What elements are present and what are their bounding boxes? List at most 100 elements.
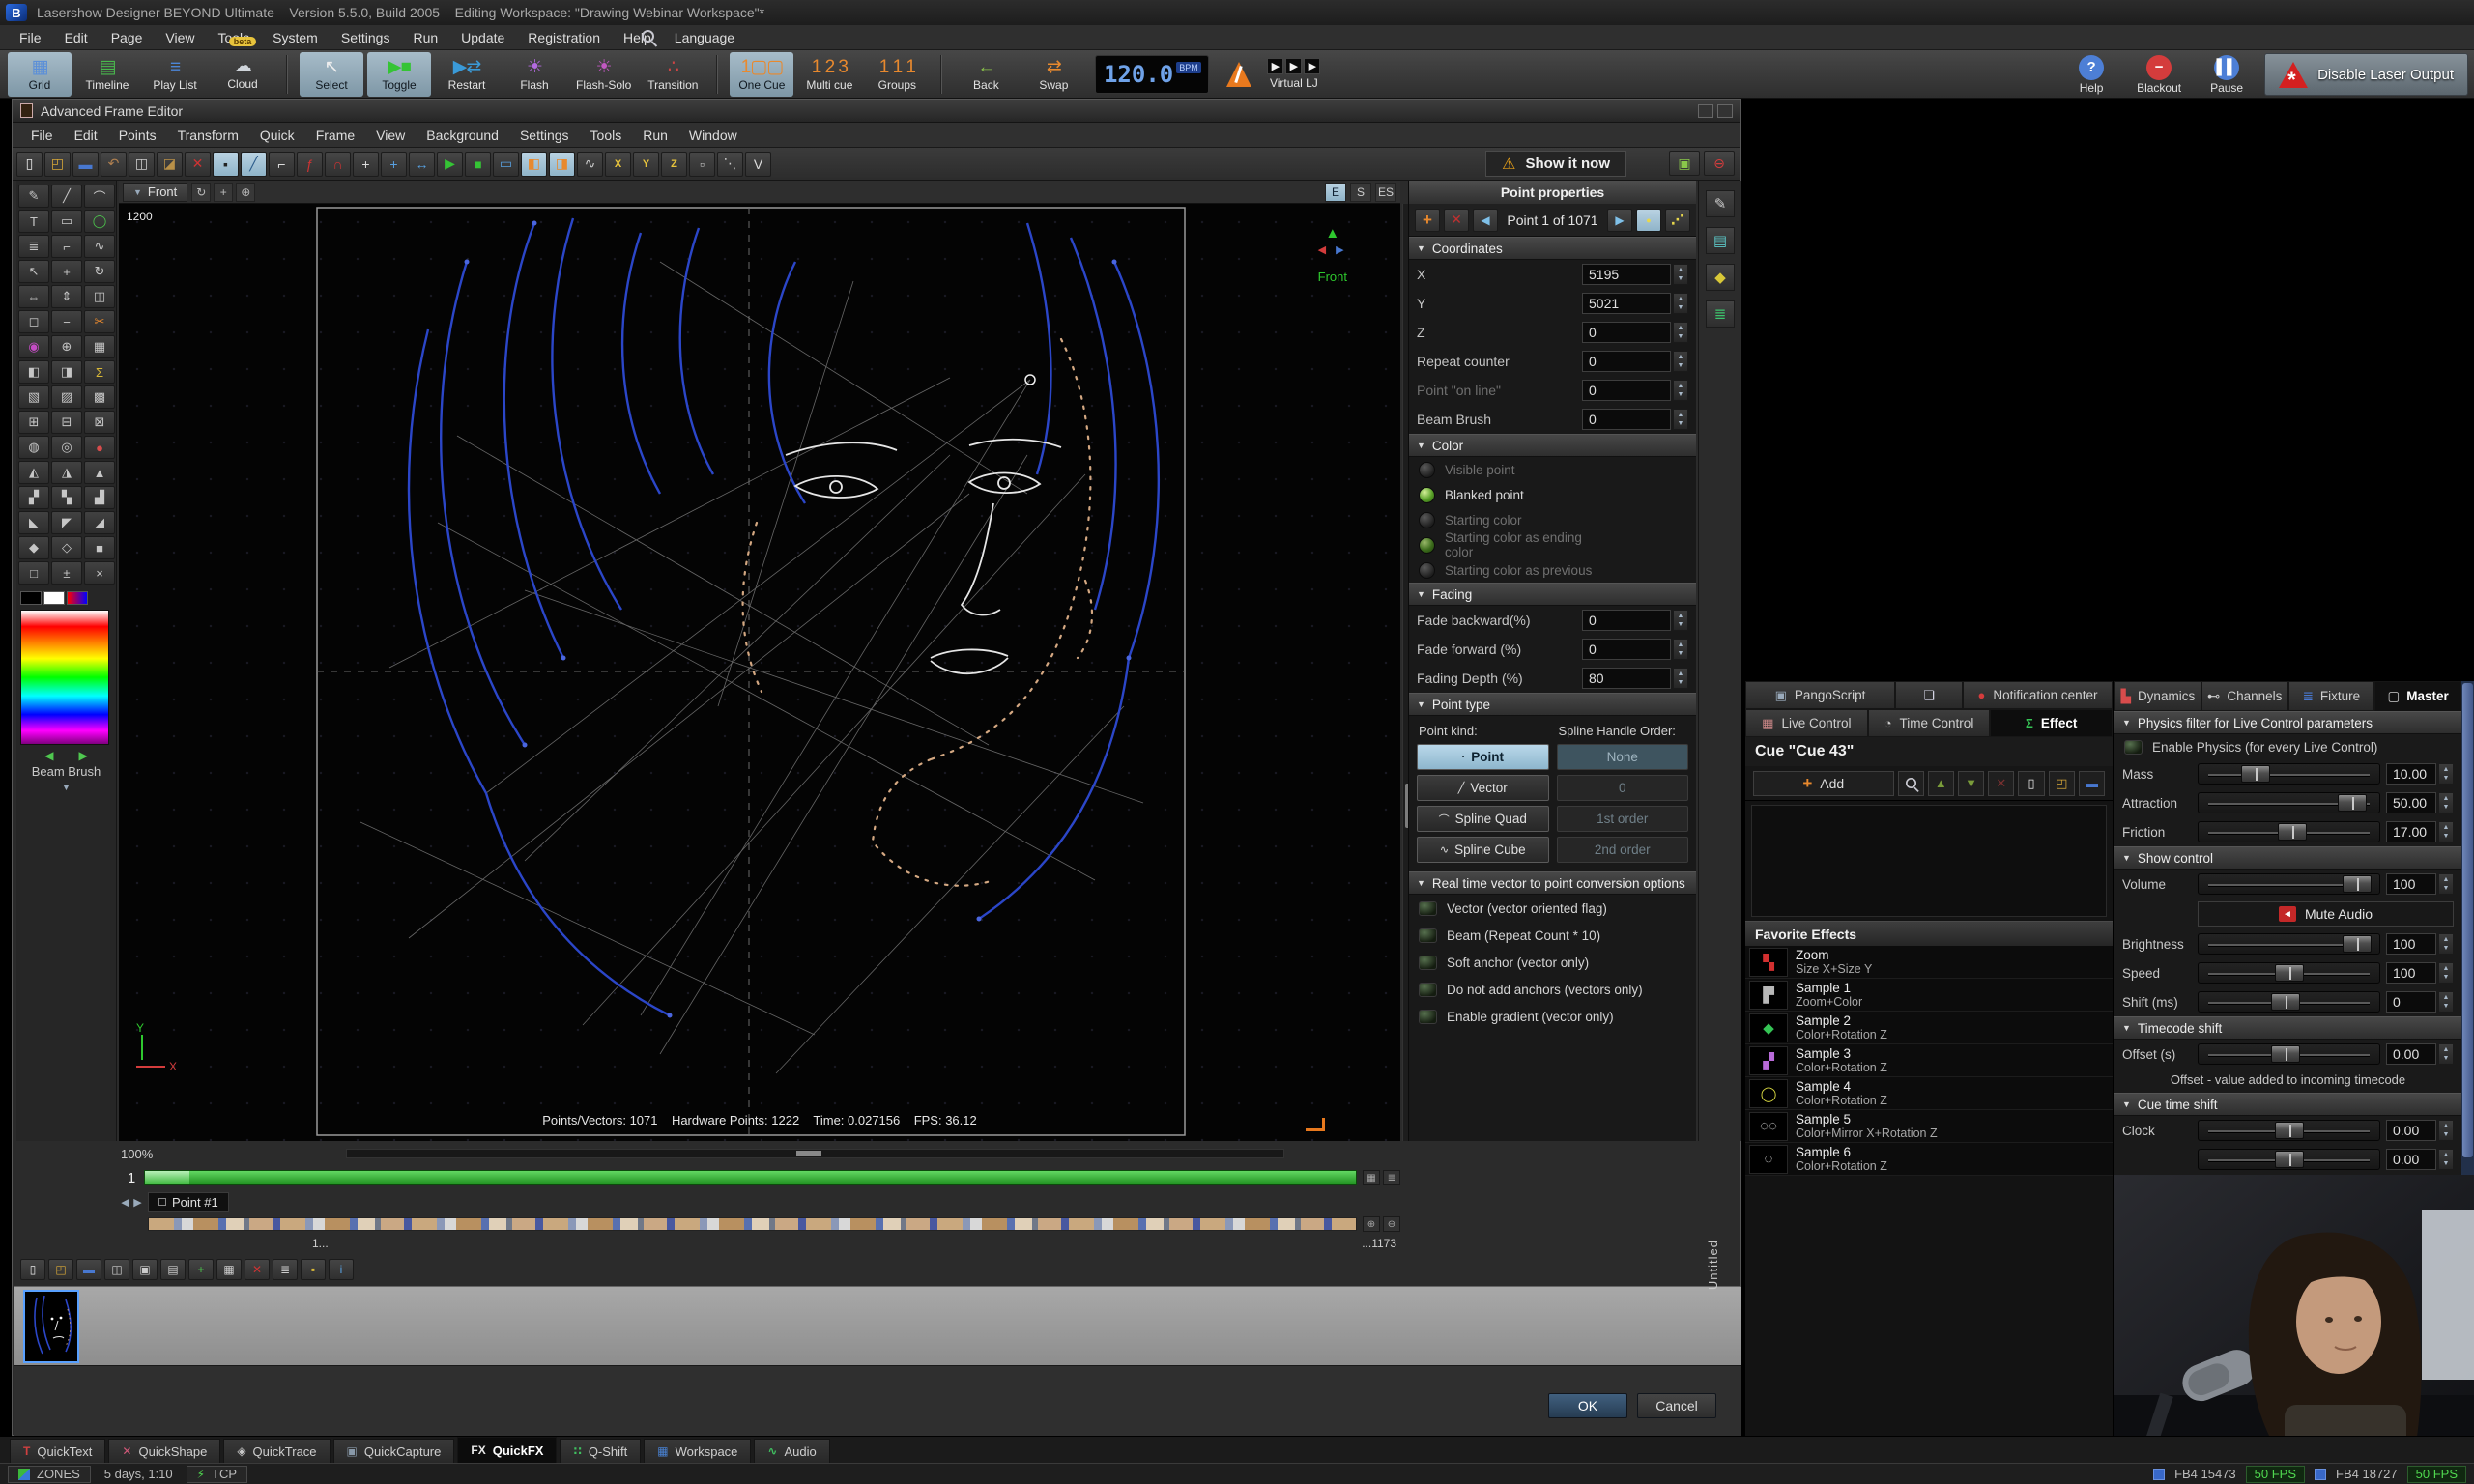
section-physics-filter[interactable]: Physics filter for Live Control paramete… (2114, 711, 2461, 734)
color-palette[interactable] (20, 610, 109, 745)
value-input[interactable]: 0 (1582, 322, 1671, 343)
menu-item[interactable]: Settings (330, 27, 402, 48)
tab-notification-center[interactable]: ● Notification center (1963, 681, 2113, 709)
palette-tool-button[interactable]: ◢ (84, 511, 115, 534)
beam-brush-dropdown[interactable]: ▼ (60, 783, 73, 792)
search-effect-button[interactable] (1898, 771, 1924, 796)
point-selector[interactable]: Point #1 (148, 1192, 229, 1212)
favorite-effect-item[interactable]: ▛ Sample 1 Zoom+Color (1745, 979, 2113, 1012)
slider-value[interactable]: 0.00 (2386, 1120, 2436, 1141)
editor-tool-button[interactable]: ▣ (1669, 151, 1700, 176)
section-point-type[interactable]: Point type (1409, 693, 1696, 716)
palette-tool-button[interactable]: ✎ (18, 185, 49, 208)
spinner-control[interactable] (2438, 991, 2454, 1013)
frame-tool-button[interactable]: ▪ (301, 1259, 326, 1280)
color-option[interactable]: Starting color as ending color (1409, 532, 1696, 557)
search-icon[interactable] (642, 30, 654, 45)
frame-tool-button[interactable]: ▦ (216, 1259, 242, 1280)
spinner-control[interactable] (1673, 322, 1688, 343)
value-input[interactable]: 5021 (1582, 293, 1671, 314)
palette-tool-button[interactable]: ✂ (84, 310, 115, 333)
palette-tool-button[interactable]: ▞ (18, 486, 49, 509)
next-point-button[interactable] (1607, 209, 1632, 232)
scrollbar-handle[interactable] (796, 1151, 821, 1156)
point-kind-button[interactable]: · Point (1417, 744, 1549, 770)
point-color-strip[interactable] (148, 1217, 1357, 1231)
editor-tool-button[interactable]: ⋱ (717, 152, 743, 177)
canvas-mini-button[interactable]: ↻ (191, 183, 211, 202)
menu-item[interactable]: Edit (53, 27, 100, 48)
slider-handle[interactable] (2241, 765, 2270, 783)
editor-tool-button[interactable]: ▫ (689, 152, 715, 177)
palette-tool-button[interactable]: ◎ (51, 436, 82, 459)
prev-point-button[interactable] (1473, 209, 1498, 232)
tab-channels[interactable]: ⊷ Channels (2201, 681, 2288, 711)
quick-tab[interactable]: ▦ Workspace (644, 1439, 751, 1463)
palette-tool-button[interactable]: ▟ (84, 486, 115, 509)
new-effect-button[interactable]: ▯ (2018, 771, 2044, 796)
slider-value[interactable]: 100 (2386, 933, 2436, 955)
palette-tool-button[interactable]: ⌐ (51, 235, 82, 258)
slider-track[interactable] (2198, 991, 2380, 1013)
palette-tool-button[interactable]: ± (51, 561, 82, 585)
section-color[interactable]: Color (1409, 434, 1696, 457)
menu-item[interactable]: Registration (516, 27, 612, 48)
slider-handle[interactable] (2343, 875, 2372, 893)
palette-tool-button[interactable]: ╱ (51, 185, 82, 208)
move-up-button[interactable]: ▲ (1928, 771, 1954, 796)
value-input[interactable]: 80 (1582, 668, 1671, 689)
editor-tool-button[interactable]: ⊖ (1704, 151, 1735, 176)
spinner-control[interactable] (1673, 409, 1688, 430)
editor-menu-item[interactable]: Background (416, 125, 509, 146)
editor-tool-button[interactable]: ◫ (129, 152, 155, 177)
editor-menu-item[interactable]: Edit (64, 125, 108, 146)
toolbar-button[interactable]: ▶■ Toggle (367, 52, 431, 97)
slider-value[interactable]: 10.00 (2386, 763, 2436, 785)
editor-menu-item[interactable]: Settings (509, 125, 580, 146)
slider-value[interactable]: 100 (2386, 873, 2436, 895)
palette-tool-button[interactable]: ▭ (51, 210, 82, 233)
toolbar-button[interactable]: ▌▌ Pause (2195, 52, 2258, 97)
track-option-icon[interactable]: ▦ (1363, 1170, 1380, 1185)
toolbar-button[interactable]: beta ☁ Cloud (211, 52, 274, 97)
strip-zoom-in-icon[interactable]: ⊕ (1363, 1216, 1380, 1232)
quick-tab[interactable]: T QuickText (10, 1439, 105, 1463)
slider-handle[interactable] (2271, 1045, 2300, 1063)
toolbar-button[interactable]: 1▢▢ One Cue (730, 52, 793, 97)
editor-tool-button[interactable]: ∩ (325, 152, 351, 177)
point-kind-button[interactable]: ⌒ Spline Quad (1417, 806, 1549, 832)
palette-tool-button[interactable]: ◆ (18, 536, 49, 559)
palette-tool-button[interactable]: + (51, 260, 82, 283)
value-input[interactable]: 0 (1582, 409, 1671, 430)
rail-tool-button[interactable]: ≣ (1706, 300, 1735, 328)
palette-tool-button[interactable]: ⊞ (18, 411, 49, 434)
frame-tool-button[interactable]: ▤ (160, 1259, 186, 1280)
next-point-button[interactable]: ▶ (131, 1196, 144, 1209)
color-option[interactable]: Visible point (1409, 457, 1696, 482)
rail-tool-button[interactable]: ◆ (1706, 264, 1735, 291)
palette-tool-button[interactable]: Σ (84, 360, 115, 384)
editor-tool-button[interactable]: ✕ (185, 152, 211, 177)
editor-tool-button[interactable]: ▪ (213, 152, 239, 177)
color-option[interactable]: Starting color as previous (1409, 557, 1696, 583)
quick-tab[interactable]: ▣ QuickCapture (333, 1439, 455, 1463)
zones-button[interactable]: ZONES (8, 1466, 91, 1483)
spline-order-button[interactable]: 0 (1557, 775, 1689, 801)
slider-handle[interactable] (2275, 1151, 2304, 1168)
palette-tool-button[interactable]: ▚ (51, 486, 82, 509)
color-swatch-black[interactable] (20, 591, 42, 605)
editor-tool-button[interactable]: ◰ (44, 152, 71, 177)
editor-tool-button[interactable]: ƒ (297, 152, 323, 177)
disable-laser-output-button[interactable]: Disable Laser Output (2264, 53, 2468, 96)
minimize-icon[interactable] (1698, 104, 1713, 118)
toolbar-button[interactable]: 1 1 1 Groups (865, 52, 929, 97)
frame-thumbnail[interactable] (23, 1290, 79, 1363)
editor-menu-item[interactable]: Points (108, 125, 167, 146)
metronome-icon[interactable] (1226, 62, 1251, 87)
editor-tool-button[interactable]: ■ (465, 152, 491, 177)
spline-order-button[interactable]: 1st order (1557, 806, 1689, 832)
slider-track[interactable] (2198, 763, 2380, 785)
tab-fixture[interactable]: ≣ Fixture (2288, 681, 2375, 711)
toolbar-button[interactable]: ≡ Play List (143, 52, 207, 97)
favorite-effect-item[interactable]: ◌ Sample 6 Color+Rotation Z (1745, 1143, 2113, 1176)
